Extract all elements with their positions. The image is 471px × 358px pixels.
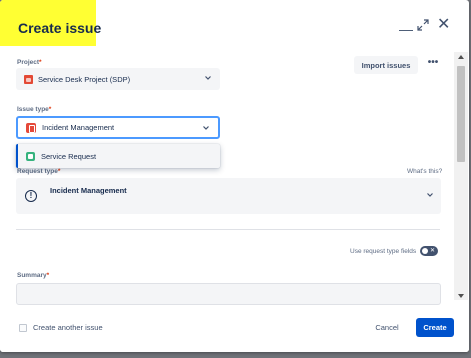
required-mark: * <box>39 59 42 66</box>
toggle-x-icon: ✕ <box>430 248 436 254</box>
issue-type-select[interactable]: Incident Management <box>16 116 220 139</box>
project-value: Service Desk Project (SDP) <box>38 74 131 84</box>
project-select[interactable]: Service Desk Project (SDP) <box>16 68 220 90</box>
required-mark: * <box>46 272 50 279</box>
scroll-thumb[interactable] <box>457 66 465 162</box>
issue-type-label: Issue type* <box>17 106 51 113</box>
issue-type-value: Incident Management <box>42 123 115 132</box>
request-type-label: Request type* <box>17 168 60 175</box>
use-request-type-fields-label: Use request type fields <box>350 248 417 255</box>
dialog-title: Create issue <box>18 20 102 36</box>
scroll-down-icon[interactable] <box>458 294 464 298</box>
divider <box>16 229 440 230</box>
cancel-button[interactable]: Cancel <box>368 318 406 337</box>
close-icon[interactable]: ✕ <box>437 16 450 34</box>
collapse-icon[interactable] <box>417 18 429 36</box>
request-type-value: Incident Management <box>50 186 127 195</box>
whats-this-link[interactable]: What's this? <box>407 168 442 175</box>
more-actions-icon[interactable]: ••• <box>424 56 442 74</box>
option-label: Service Request <box>41 151 97 161</box>
service-request-icon <box>26 151 35 161</box>
summary-label-text: Summary <box>17 272 47 279</box>
chevron-down-icon <box>205 75 211 81</box>
issue-type-label-text: Issue type <box>17 106 49 113</box>
create-button[interactable]: Create <box>416 318 454 337</box>
issue-type-option-service-request[interactable]: Service Request <box>16 144 220 168</box>
request-type-select[interactable]: ! Incident Management <box>16 178 441 214</box>
create-another-label: Create another issue <box>33 323 103 332</box>
minimize-icon[interactable]: — <box>399 20 413 38</box>
project-label: Project* <box>17 59 42 66</box>
required-mark: * <box>57 168 61 175</box>
summary-label: Summary* <box>17 272 49 279</box>
required-mark: * <box>48 106 52 113</box>
warning-icon: ! <box>25 190 37 202</box>
incident-icon <box>26 122 36 133</box>
import-issues-button[interactable]: Import issues <box>354 56 418 74</box>
create-another-checkbox[interactable] <box>19 324 27 332</box>
request-type-label-text: Request type <box>17 168 58 175</box>
chevron-down-icon <box>203 125 209 131</box>
dialog-footer: Create another issue Cancel Create <box>0 310 469 352</box>
use-request-type-fields-toggle[interactable]: ✕ <box>420 246 438 256</box>
chevron-down-icon <box>427 192 433 198</box>
project-label-text: Project <box>17 59 40 66</box>
create-issue-dialog: Create issue — ✕ Project* Service Desk P… <box>0 0 469 352</box>
project-icon <box>24 74 33 84</box>
scrollbar[interactable] <box>454 52 468 300</box>
summary-input[interactable] <box>16 283 441 305</box>
scroll-up-icon[interactable] <box>458 55 464 59</box>
